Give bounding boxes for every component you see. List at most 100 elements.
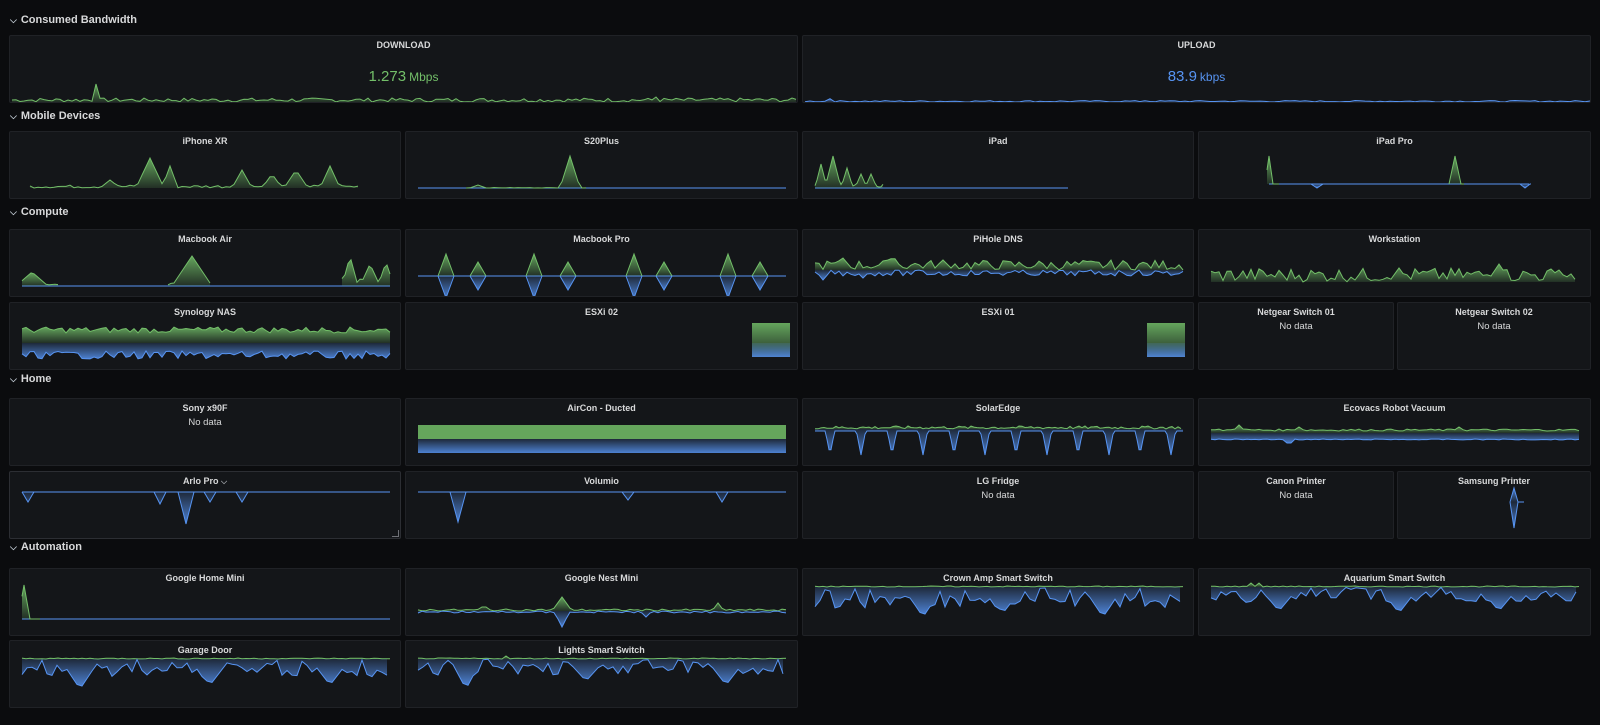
panel-garage-door[interactable]: Garage Door xyxy=(9,640,401,708)
panel-ipad[interactable]: iPad xyxy=(802,131,1194,199)
upload-panel[interactable]: UPLOAD 83.9 kbps xyxy=(802,35,1591,103)
row-automation[interactable]: ⌵ Automation xyxy=(10,541,82,553)
mbpro-dn0-area xyxy=(438,276,454,296)
panel-graph xyxy=(1210,424,1580,444)
panel-graph xyxy=(814,155,1068,189)
panel-graph xyxy=(814,585,1184,615)
volumio-dn-line xyxy=(418,491,786,524)
panel-workstation[interactable]: Workstation xyxy=(1198,229,1591,297)
mbpro-up3-area xyxy=(560,262,576,276)
panel-graph xyxy=(417,596,787,629)
no-data-label: No data xyxy=(981,490,1015,501)
row-title: Automation xyxy=(20,541,82,553)
mbpro-up7-area xyxy=(752,262,768,276)
panel-graph xyxy=(21,491,390,525)
panel-graph xyxy=(21,657,390,687)
panel-graph xyxy=(21,584,390,620)
gnest-up-line xyxy=(417,596,787,612)
panel-esxi-02[interactable]: ESXi 02 xyxy=(405,302,798,370)
panel-graph xyxy=(21,255,391,287)
panel-esxi-01[interactable]: ESXi 01 xyxy=(802,302,1194,370)
panel-title: Canon Printer xyxy=(1266,476,1326,486)
panel-crown-amp-smart-switch[interactable]: Crown Amp Smart Switch xyxy=(802,568,1194,636)
mbpro-up0-area xyxy=(438,254,454,276)
no-data-label: No data xyxy=(188,417,222,428)
row-title: Consumed Bandwidth xyxy=(20,14,137,26)
gnest-dn-line xyxy=(417,610,787,629)
no-data-label: No data xyxy=(1477,321,1511,332)
panel-netgear-switch-02[interactable]: Netgear Switch 02 No data xyxy=(1397,302,1591,370)
panel-graph xyxy=(21,326,391,360)
panel-graph xyxy=(418,154,786,189)
panel-lg-fridge[interactable]: LG Fridge No data xyxy=(802,471,1194,539)
iphone-line xyxy=(29,156,359,189)
esxi02-block-lower xyxy=(752,343,790,357)
download-panel[interactable]: DOWNLOAD 1.273 Mbps xyxy=(9,35,798,103)
no-data-label: No data xyxy=(1279,321,1313,332)
aqua-up-line xyxy=(1211,582,1580,588)
panel-pihole-dns[interactable]: PiHole DNS xyxy=(802,229,1194,297)
mbpro-dn5-area xyxy=(656,276,672,290)
panel-iphone-xr[interactable]: iPhone XR xyxy=(9,131,401,199)
panel-graph xyxy=(1266,155,1531,189)
panel-graph xyxy=(1509,486,1524,529)
panel-graph xyxy=(417,655,787,686)
panel-netgear-switch-01[interactable]: Netgear Switch 01 No data xyxy=(1198,302,1394,370)
panel-graph xyxy=(1147,323,1185,357)
row-title: Home xyxy=(20,373,52,385)
panel-synology-nas[interactable]: Synology NAS xyxy=(9,302,401,370)
mbpro-dn7-area xyxy=(752,276,768,290)
row-title: Compute xyxy=(20,206,69,218)
panel-graph xyxy=(29,156,359,189)
arlo-dn-line xyxy=(21,491,390,525)
row-mobile-devices[interactable]: ⌵ Mobile Devices xyxy=(10,110,100,122)
panel-google-nest-mini[interactable]: Google Nest Mini xyxy=(405,568,798,636)
eco-dn-line xyxy=(1210,438,1580,444)
crown-up-line xyxy=(814,585,1184,588)
workstation-area xyxy=(1211,264,1575,282)
solar-dn-line xyxy=(815,430,1183,456)
row-compute[interactable]: ⌵ Compute xyxy=(10,206,69,218)
mbpro-dn6-area xyxy=(720,276,736,296)
panel-aircon-ducted[interactable]: AirCon - Ducted xyxy=(405,398,798,466)
no-data-label: No data xyxy=(1279,490,1313,501)
mbpro-dn2-area xyxy=(526,276,542,296)
panel-graph xyxy=(1210,582,1580,611)
panel-sony-x90f[interactable]: Sony x90F No data xyxy=(9,398,401,466)
eco-up-area xyxy=(1211,425,1579,433)
chevron-down-icon: ⌵ xyxy=(10,110,17,121)
panel-arlo-pro[interactable]: Arlo Pro ⌵ xyxy=(9,471,401,539)
mbpro-up2-area xyxy=(526,254,542,276)
panel-title: Sony x90F xyxy=(182,403,228,413)
panel-ecovacs-robot-vacuum[interactable]: Ecovacs Robot Vacuum xyxy=(1198,398,1591,466)
panel-ipad-pro[interactable]: iPad Pro xyxy=(1198,131,1591,199)
upload-sparkline xyxy=(804,98,1590,102)
ipadpro2-area xyxy=(1449,156,1464,184)
row-home[interactable]: ⌵ Home xyxy=(10,373,51,385)
panel-macbook-pro[interactable]: Macbook Pro xyxy=(405,229,798,297)
panel-s20plus[interactable]: S20Plus xyxy=(405,131,798,199)
panel-title: Netgear Switch 02 xyxy=(1455,307,1533,317)
iphone-area xyxy=(30,158,358,188)
panel-title: Netgear Switch 01 xyxy=(1257,307,1335,317)
panel-solaredge[interactable]: SolarEdge xyxy=(802,398,1194,466)
panel-lights-smart-switch[interactable]: Lights Smart Switch xyxy=(405,640,798,708)
panel-graph xyxy=(814,257,1184,281)
aircon-upper xyxy=(418,425,786,439)
gnest-up-area xyxy=(418,597,786,611)
chevron-down-icon: ⌵ xyxy=(10,206,17,217)
chevron-down-icon: ⌵ xyxy=(10,541,17,552)
panel-canon-printer[interactable]: Canon Printer No data xyxy=(1198,471,1394,539)
panel-aquarium-smart-switch[interactable]: Aquarium Smart Switch xyxy=(1198,568,1591,636)
panel-graph xyxy=(752,323,790,357)
row-consumed-bandwidth[interactable]: ⌵ Consumed Bandwidth xyxy=(10,14,137,26)
resize-handle[interactable] xyxy=(392,530,399,537)
mbpro-up6-area xyxy=(720,254,736,276)
mbpro-up1-area xyxy=(470,262,486,276)
panel-samsung-printer[interactable]: Samsung Printer xyxy=(1397,471,1591,539)
lights-up-line xyxy=(417,655,787,660)
panel-google-home-mini[interactable]: Google Home Mini xyxy=(9,568,401,636)
mbpro-dn1-area xyxy=(470,276,486,290)
panel-macbook-air[interactable]: Macbook Air xyxy=(9,229,401,297)
panel-volumio[interactable]: Volumio xyxy=(405,471,798,539)
